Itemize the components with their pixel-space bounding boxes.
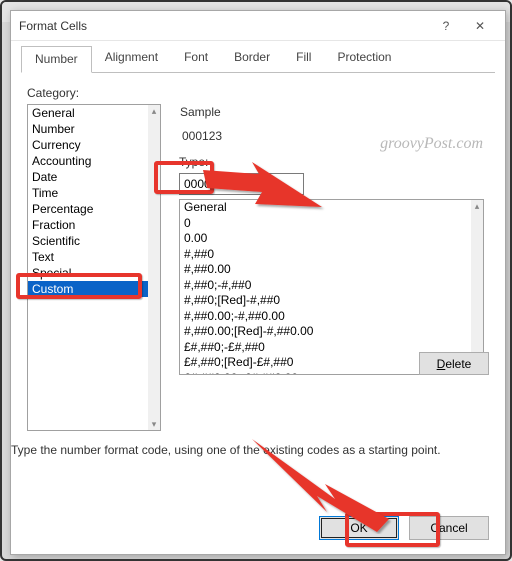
hint-text: Type the number format code, using one o… xyxy=(11,443,489,457)
format-item[interactable]: #,##0.00;-#,##0.00 xyxy=(180,309,471,325)
category-item[interactable]: Percentage xyxy=(28,201,148,217)
help-icon[interactable]: ? xyxy=(429,15,463,37)
format-listbox[interactable]: General 0 0.00 #,##0 #,##0.00 #,##0;-#,#… xyxy=(179,199,484,375)
category-item[interactable]: Time xyxy=(28,185,148,201)
scrollbar[interactable]: ▴ ▾ xyxy=(471,200,483,374)
tab-number[interactable]: Number xyxy=(21,46,92,73)
close-icon[interactable]: ✕ xyxy=(463,15,497,37)
format-item[interactable]: #,##0.00;[Red]-#,##0.00 xyxy=(180,324,471,340)
scroll-up-icon[interactable]: ▴ xyxy=(471,200,483,212)
scroll-down-icon[interactable]: ▾ xyxy=(148,418,160,430)
category-item[interactable]: Date xyxy=(28,169,148,185)
scroll-up-icon[interactable]: ▴ xyxy=(148,105,160,117)
format-item[interactable]: 0.00 xyxy=(180,231,471,247)
tab-font[interactable]: Font xyxy=(171,45,221,72)
sample-value: 000123 xyxy=(180,123,488,151)
sample-label: Sample xyxy=(180,105,488,119)
tabstrip: Number Alignment Font Border Fill Protec… xyxy=(11,41,505,72)
format-item[interactable]: #,##0;-#,##0 xyxy=(180,278,471,294)
category-item[interactable]: Special xyxy=(28,265,148,281)
format-cells-dialog: Format Cells ? ✕ Number Alignment Font B… xyxy=(10,10,506,555)
titlebar: Format Cells ? ✕ xyxy=(11,11,505,41)
ok-button[interactable]: OK xyxy=(319,516,399,540)
category-item[interactable]: Currency xyxy=(28,137,148,153)
category-item[interactable]: Scientific xyxy=(28,233,148,249)
tab-alignment[interactable]: Alignment xyxy=(92,45,171,72)
category-item[interactable]: Text xyxy=(28,249,148,265)
format-item[interactable]: #,##0 xyxy=(180,247,471,263)
category-listbox[interactable]: General Number Currency Accounting Date … xyxy=(27,104,161,431)
dialog-title: Format Cells xyxy=(19,19,429,33)
format-item[interactable]: #,##0.00 xyxy=(180,262,471,278)
category-item-selected[interactable]: Custom xyxy=(28,281,148,297)
category-item[interactable]: Fraction xyxy=(28,217,148,233)
format-item[interactable]: General xyxy=(180,200,471,216)
category-item[interactable]: General xyxy=(28,105,148,121)
delete-button[interactable]: Delete xyxy=(419,352,489,375)
tab-protection[interactable]: Protection xyxy=(324,45,404,72)
cancel-button[interactable]: Cancel xyxy=(409,516,489,540)
tab-fill[interactable]: Fill xyxy=(283,45,324,72)
format-item[interactable]: 0 xyxy=(180,216,471,232)
category-item[interactable]: Number xyxy=(28,121,148,137)
scrollbar[interactable]: ▴ ▾ xyxy=(148,105,160,430)
type-label: Type: xyxy=(179,155,489,169)
format-item[interactable]: #,##0;[Red]-#,##0 xyxy=(180,293,471,309)
tab-border[interactable]: Border xyxy=(221,45,283,72)
category-item[interactable]: Accounting xyxy=(28,153,148,169)
category-label: Category: xyxy=(27,86,489,100)
type-input[interactable] xyxy=(179,173,304,195)
